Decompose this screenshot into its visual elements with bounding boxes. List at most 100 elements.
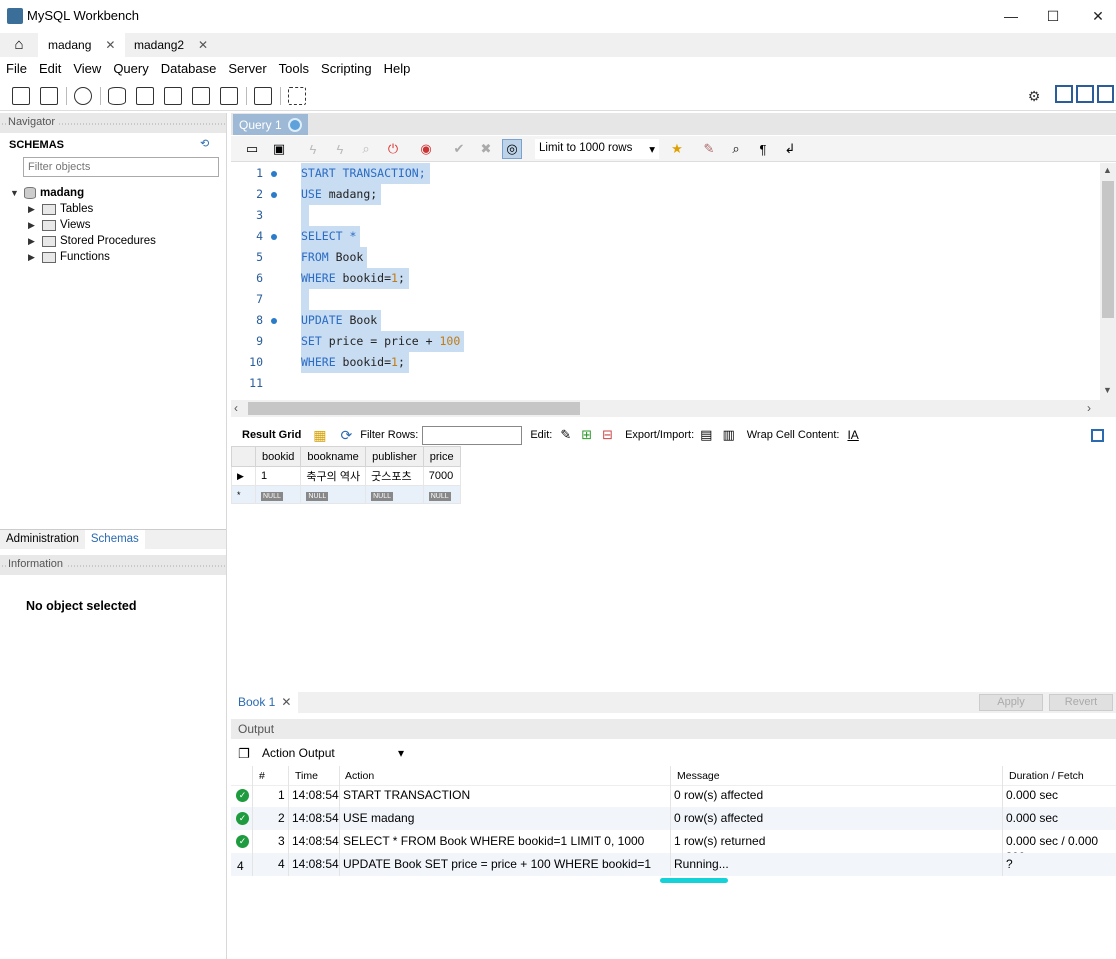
- execute-current-icon[interactable]: ϟ: [330, 139, 350, 159]
- create-table-icon[interactable]: [134, 85, 156, 107]
- cell-publisher[interactable]: 굿스포츠: [365, 466, 424, 486]
- scroll-right-icon[interactable]: ›: [1087, 401, 1091, 415]
- collapse-arrow-icon[interactable]: ▶: [28, 252, 38, 263]
- home-icon[interactable]: ⌂: [6, 36, 32, 54]
- close-icon[interactable]: ✕: [281, 695, 291, 710]
- null-cell[interactable]: NULL: [365, 485, 424, 504]
- editor-vertical-scrollbar[interactable]: ▲ ▼: [1100, 163, 1116, 400]
- collapse-arrow-icon[interactable]: ▶: [28, 236, 38, 247]
- null-cell[interactable]: NULL: [300, 485, 367, 504]
- menu-database[interactable]: Database: [155, 61, 223, 76]
- menu-server[interactable]: Server: [222, 61, 272, 76]
- cell-bookname[interactable]: 축구의 역사: [300, 466, 367, 486]
- limit-rows-select[interactable]: Limit to 1000 rows ▾: [535, 139, 659, 159]
- open-folder-icon[interactable]: ▭: [242, 139, 262, 159]
- connection-tab-madang2[interactable]: madang2 ✕: [124, 33, 218, 57]
- menu-file[interactable]: File: [0, 61, 33, 76]
- column-header-bookid[interactable]: bookid: [254, 446, 302, 467]
- filter-objects-input[interactable]: [23, 157, 219, 177]
- schema-item-madang[interactable]: ▼ madang: [10, 185, 226, 201]
- export-icon[interactable]: ▤: [700, 427, 712, 443]
- tab-query-1[interactable]: Query 1: [233, 114, 308, 135]
- wrap-toggle-icon[interactable]: IA: [847, 428, 858, 442]
- table-row[interactable]: ✓ 1 14:08:54 START TRANSACTION 0 row(s) …: [231, 784, 1116, 807]
- apply-button[interactable]: Apply: [979, 694, 1043, 711]
- add-row-icon[interactable]: ⊞: [581, 427, 592, 443]
- close-icon[interactable]: ✕: [198, 38, 208, 52]
- create-procedure-icon[interactable]: [190, 85, 212, 107]
- open-sql-script-icon[interactable]: [38, 85, 60, 107]
- find-replace-icon[interactable]: ⌕: [726, 139, 746, 159]
- delete-row-icon[interactable]: ⊟: [602, 427, 613, 443]
- menu-edit[interactable]: Edit: [33, 61, 67, 76]
- autocommit-toggle-icon[interactable]: ◎: [502, 139, 522, 159]
- stop-icon[interactable]: ⏻: [383, 139, 403, 159]
- create-view-icon[interactable]: [162, 85, 184, 107]
- toggle-sidebar-icon[interactable]: [1055, 85, 1073, 103]
- close-window-button[interactable]: ✕: [1088, 6, 1108, 26]
- expand-arrow-icon[interactable]: ▼: [10, 188, 20, 198]
- column-header-publisher[interactable]: publisher: [365, 446, 424, 467]
- cell-bookid[interactable]: 1: [254, 466, 302, 486]
- menu-tools[interactable]: Tools: [273, 61, 315, 76]
- inspector-icon[interactable]: [72, 85, 94, 107]
- null-cell[interactable]: NULL: [254, 485, 302, 504]
- close-icon[interactable]: ✕: [105, 38, 115, 52]
- collapse-arrow-icon[interactable]: ▶: [28, 220, 38, 231]
- tab-administration[interactable]: Administration: [0, 530, 85, 549]
- create-schema-icon[interactable]: [106, 85, 128, 107]
- new-row[interactable]: * NULL NULL NULL NULL: [231, 485, 461, 504]
- import-icon[interactable]: ▥: [722, 427, 734, 443]
- settings-gear-icon[interactable]: ⚙: [1023, 85, 1045, 107]
- toggle-output-icon[interactable]: [1076, 85, 1094, 103]
- maximize-button[interactable]: ☐: [1043, 6, 1063, 26]
- reconnect-icon[interactable]: [286, 85, 308, 107]
- null-cell[interactable]: NULL: [422, 485, 461, 504]
- new-sql-tab-icon[interactable]: [10, 85, 32, 107]
- toggle-secondary-sidebar-icon[interactable]: [1097, 85, 1114, 103]
- column-header-bookname[interactable]: bookname: [300, 446, 367, 467]
- copy-output-icon[interactable]: ❐: [238, 746, 250, 762]
- revert-button[interactable]: Revert: [1049, 694, 1113, 711]
- execute-lightning-icon[interactable]: ϟ: [303, 139, 323, 159]
- output-type-select[interactable]: Action Output ▾: [258, 744, 408, 763]
- tree-item-views[interactable]: ▶ Views: [10, 217, 226, 233]
- menu-help[interactable]: Help: [378, 61, 417, 76]
- table-row[interactable]: ✓ 2 14:08:54 USE madang 0 row(s) affecte…: [231, 807, 1116, 830]
- sql-editor[interactable]: 1 2 3 4 5 6 7 8 9 10 11 START TRANSACTIO…: [231, 163, 1100, 400]
- tab-book-1[interactable]: Book 1 ✕: [231, 692, 299, 713]
- word-wrap-icon[interactable]: ↲: [780, 139, 800, 159]
- tab-schemas[interactable]: Schemas: [84, 530, 145, 549]
- beautify-brush-icon[interactable]: ✎: [699, 139, 719, 159]
- add-snippet-star-icon[interactable]: ★: [667, 139, 687, 159]
- scroll-down-icon[interactable]: ▼: [1103, 385, 1112, 395]
- save-icon[interactable]: ▣: [269, 139, 289, 159]
- create-function-icon[interactable]: [218, 85, 240, 107]
- connection-tab-madang[interactable]: madang ✕: [38, 33, 126, 57]
- cell-price[interactable]: 7000: [422, 466, 461, 486]
- tree-item-functions[interactable]: ▶ Functions: [10, 249, 226, 265]
- result-panel-toggle-icon[interactable]: [1091, 428, 1104, 442]
- grid-view-icon[interactable]: ▦: [313, 427, 326, 444]
- commit-icon[interactable]: ✔: [449, 139, 469, 159]
- refresh-icon[interactable]: ⟲: [200, 137, 209, 150]
- minimize-button[interactable]: —: [1001, 6, 1021, 26]
- toggle-error-icon[interactable]: ◉: [416, 139, 436, 159]
- table-row[interactable]: ✓ 3 14:08:54 SELECT * FROM Book WHERE bo…: [231, 830, 1116, 862]
- table-row[interactable]: 4 4 14:08:54 UPDATE Book SET price = pri…: [231, 853, 1116, 876]
- menu-scripting[interactable]: Scripting: [315, 61, 378, 76]
- scrollbar-thumb[interactable]: [248, 402, 580, 415]
- edit-row-icon[interactable]: ✎: [560, 427, 571, 443]
- refresh-icon[interactable]: ⟳: [341, 427, 353, 444]
- editor-horizontal-scrollbar[interactable]: ‹ ›: [231, 400, 1116, 417]
- scrollbar-thumb[interactable]: [1102, 181, 1114, 318]
- menu-view[interactable]: View: [67, 61, 107, 76]
- query-tab-close-icon[interactable]: [287, 117, 302, 132]
- explain-magnifier-icon[interactable]: ⌕: [356, 139, 376, 159]
- collapse-arrow-icon[interactable]: ▶: [28, 204, 38, 215]
- search-table-data-icon[interactable]: [252, 85, 274, 107]
- scroll-up-icon[interactable]: ▲: [1103, 165, 1112, 175]
- menu-query[interactable]: Query: [107, 61, 154, 76]
- column-header-price[interactable]: price: [422, 446, 461, 467]
- scroll-left-icon[interactable]: ‹: [234, 401, 238, 415]
